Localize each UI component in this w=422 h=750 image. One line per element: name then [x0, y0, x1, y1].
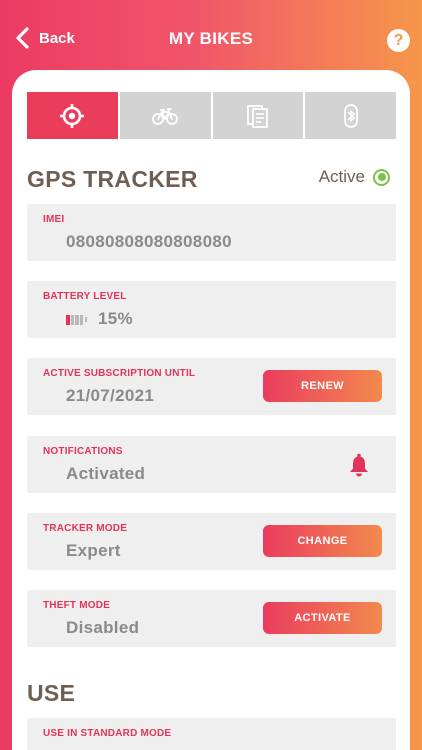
tracker-mode-value: Expert — [66, 541, 121, 560]
tracker-status: Active — [319, 167, 390, 187]
tab-gps-tracker[interactable] — [27, 92, 118, 139]
bicycle-icon — [152, 107, 179, 125]
tab-bar — [27, 92, 396, 139]
status-indicator-icon — [373, 168, 390, 186]
subscription-row: ACTIVE SUBSCRIPTION UNTIL 21/07/2021 REN… — [27, 358, 396, 415]
standard-mode-row: USE IN STANDARD MODE — [27, 718, 396, 750]
tracker-mode-row: TRACKER MODE Expert CHANGE — [27, 513, 396, 570]
bluetooth-icon — [343, 103, 358, 128]
battery-label: BATTERY LEVEL — [43, 291, 127, 302]
tracker-mode-label: TRACKER MODE — [43, 523, 128, 534]
subscription-label: ACTIVE SUBSCRIPTION UNTIL — [43, 368, 196, 379]
theft-mode-row: THEFT MODE Disabled ACTIVATE — [27, 590, 396, 647]
notifications-row: NOTIFICATIONS Activated — [27, 436, 396, 493]
standard-mode-label: USE IN STANDARD MODE — [43, 728, 172, 739]
bell-icon[interactable] — [348, 453, 370, 477]
use-heading: USE — [27, 680, 76, 706]
theft-mode-value: Disabled — [66, 618, 140, 637]
documents-icon — [246, 104, 268, 128]
tab-bluetooth[interactable] — [305, 92, 396, 139]
tab-documents[interactable] — [212, 92, 304, 139]
help-button[interactable]: ? — [387, 29, 410, 52]
notifications-value: Activated — [66, 464, 146, 483]
battery-icon — [66, 314, 88, 325]
imei-row: IMEI 08080808080808080 — [27, 204, 396, 261]
imei-label: IMEI — [43, 214, 65, 225]
battery-value: 15% — [98, 309, 133, 328]
battery-row: BATTERY LEVEL 15% — [27, 281, 396, 338]
change-button[interactable]: CHANGE — [263, 525, 382, 557]
renew-button[interactable]: RENEW — [263, 370, 382, 402]
activate-button[interactable]: ACTIVATE — [263, 602, 382, 634]
status-label: Active — [318, 167, 365, 186]
crosshair-icon — [60, 103, 85, 128]
tab-bike[interactable] — [119, 92, 211, 139]
theft-mode-label: THEFT MODE — [43, 600, 110, 611]
imei-value: 08080808080808080 — [66, 232, 232, 251]
notifications-label: NOTIFICATIONS — [43, 446, 123, 457]
page-title: MY BIKES — [168, 29, 254, 48]
gps-tracker-heading: GPS TRACKER — [27, 166, 198, 192]
content-card: GPS TRACKER Active IMEI 0808080808080808… — [12, 70, 410, 750]
subscription-value: 21/07/2021 — [66, 386, 155, 405]
app-header: Back MY BIKES ? — [0, 0, 422, 70]
